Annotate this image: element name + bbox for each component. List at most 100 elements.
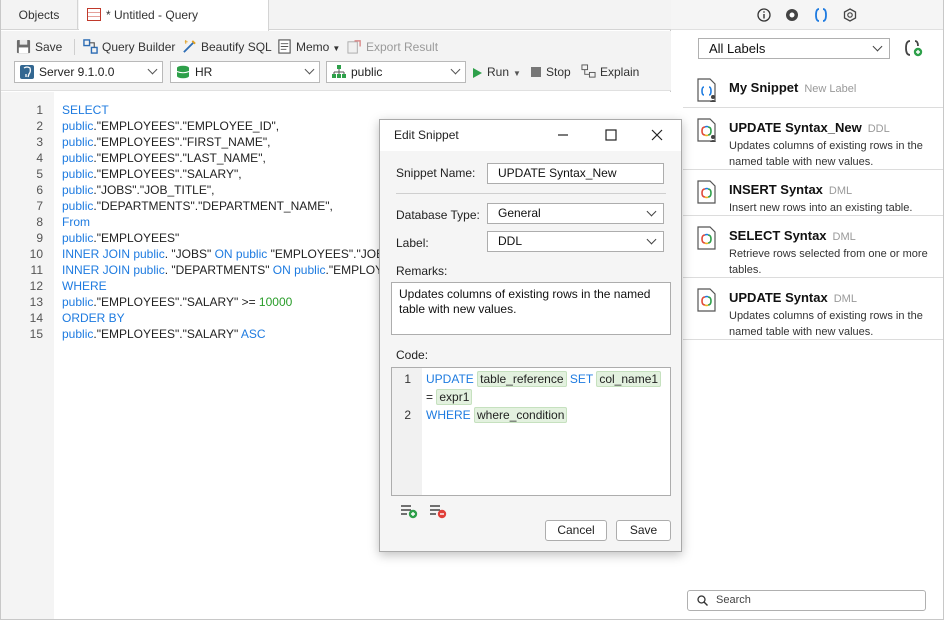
- run-dropdown-icon: ▼: [513, 69, 521, 78]
- user-snippet-file-icon: [697, 118, 716, 142]
- placeholder-expr[interactable]: expr1: [436, 389, 473, 405]
- placeholder-where-condition[interactable]: where_condition: [474, 407, 568, 423]
- play-icon: [473, 67, 482, 78]
- remove-placeholder-icon[interactable]: [428, 503, 448, 519]
- snippet-search-input[interactable]: Search: [687, 590, 926, 611]
- minimize-icon[interactable]: [556, 128, 570, 142]
- label-field-label: Label:: [396, 236, 429, 250]
- sql-line-code: public."EMPLOYEES"."SALARY" ASC: [62, 326, 266, 342]
- code-line-1-wrap: = expr1: [426, 388, 473, 406]
- save-button[interactable]: Save: [16, 37, 62, 57]
- snippet-panel: All Labels My Snippet New Label UPDATE Syn…: [671, 0, 944, 620]
- line-number: 8: [36, 215, 43, 229]
- remarks-textarea[interactable]: Updates columns of existing rows in the …: [391, 282, 671, 335]
- sql-line-code: public."EMPLOYEES"."FIRST_NAME",: [62, 134, 270, 150]
- keyword-where: WHERE: [426, 408, 471, 422]
- snippet-item[interactable]: My Snippet New Label: [683, 68, 943, 108]
- explain-button[interactable]: Explain: [581, 62, 639, 82]
- snippet-description: Insert new rows into an existing table.: [729, 202, 913, 214]
- export-result-button[interactable]: Export Result: [347, 37, 438, 57]
- sql-keyword: public: [62, 135, 94, 149]
- label-filter-value: All Labels: [709, 41, 766, 56]
- schema-select[interactable]: public: [326, 61, 466, 83]
- line-number: 14: [29, 311, 43, 325]
- line-number: 2: [36, 119, 43, 133]
- label-select[interactable]: DDL: [487, 231, 664, 252]
- sql-keyword: WHERE: [62, 279, 107, 293]
- placeholder-col-name[interactable]: col_name1: [596, 371, 662, 387]
- export-icon: [347, 40, 361, 54]
- sql-keyword: INNER JOIN public: [62, 247, 165, 261]
- database-type-value: General: [498, 206, 541, 220]
- snippet-item[interactable]: SELECT Syntax DML Retrieve rows selected f…: [683, 216, 943, 278]
- chevron-down-icon: [450, 64, 461, 75]
- add-snippet-icon[interactable]: [904, 39, 924, 57]
- preview-eye-icon[interactable]: [785, 8, 799, 22]
- sql-keyword: SELECT: [62, 103, 109, 117]
- line-number: 15: [29, 327, 43, 341]
- snippet-title: SELECT Syntax: [729, 228, 827, 243]
- chevron-down-icon: [304, 64, 315, 75]
- label-select-value: DDL: [498, 234, 523, 248]
- beautify-icon: [183, 40, 196, 54]
- sql-line-code: public."EMPLOYEES": [62, 230, 179, 246]
- server-select[interactable]: Server 9.1.0.0: [14, 61, 163, 83]
- line-number: 11: [30, 263, 43, 277]
- snippet-title: UPDATE Syntax_New: [729, 120, 862, 135]
- snippet-label: DDL: [867, 123, 890, 135]
- snippet-item[interactable]: UPDATE Syntax_New DDL Updates columns of e…: [683, 108, 943, 170]
- save-icon: [16, 40, 31, 54]
- dialog-title: Edit Snippet: [394, 128, 459, 142]
- tab-objects[interactable]: Objects: [1, 0, 78, 30]
- keyword-set: SET: [569, 372, 593, 386]
- run-button[interactable]: Run ▼: [473, 62, 521, 82]
- database-type-select[interactable]: General: [487, 203, 664, 224]
- tab-query[interactable]: * Untitled - Query: [79, 0, 269, 31]
- query-builder-button[interactable]: Query Builder: [83, 37, 175, 57]
- panel-icon-bar: [671, 0, 943, 30]
- maximize-icon[interactable]: [604, 128, 618, 142]
- sql-line-code: public."DEPARTMENTS"."DEPARTMENT_NAME",: [62, 198, 333, 214]
- label-filter-select[interactable]: All Labels: [698, 38, 890, 59]
- snippet-name: INSERT Syntax DML: [729, 182, 852, 197]
- database-select[interactable]: HR: [170, 61, 320, 83]
- remarks-label: Remarks:: [396, 264, 448, 278]
- close-icon[interactable]: [650, 128, 664, 142]
- export-label: Export Result: [366, 40, 439, 54]
- sql-keyword: public: [62, 119, 94, 133]
- add-placeholder-icon[interactable]: [399, 503, 419, 519]
- snippet-name-label: Snippet Name:: [396, 166, 476, 180]
- memo-button[interactable]: Memo ▼: [277, 37, 340, 57]
- explain-label: Explain: [600, 65, 640, 79]
- sql-keyword: ASC: [240, 327, 266, 341]
- info-icon[interactable]: [757, 8, 771, 22]
- line-number: 12: [29, 279, 43, 293]
- line-number: 2: [404, 408, 411, 422]
- snippet-description: Retrieve rows selected from one or more …: [729, 248, 928, 276]
- snippet-code-editor[interactable]: 1 UPDATE table_reference SET col_name1 =…: [391, 367, 671, 496]
- sql-keyword: INNER JOIN public: [62, 263, 165, 277]
- model-hex-icon[interactable]: [843, 8, 857, 22]
- query-builder-label: Query Builder: [102, 40, 176, 54]
- tab-bar: Objects * Untitled - Query: [1, 0, 671, 31]
- chevron-down-icon: [646, 234, 657, 245]
- dialog-title-bar: Edit Snippet: [380, 120, 681, 151]
- snippet-label: DML: [832, 231, 856, 243]
- stop-button[interactable]: Stop: [531, 62, 571, 82]
- sql-line-code: public."JOBS"."JOB_TITLE",: [62, 182, 214, 198]
- snippet-item[interactable]: UPDATE Syntax DML Updates columns of exist…: [683, 278, 943, 340]
- sql-keyword: From: [62, 215, 90, 229]
- beautify-label: Beautify SQL: [201, 40, 272, 54]
- snippet-item[interactable]: INSERT Syntax DML Insert new rows into an …: [683, 170, 943, 216]
- stop-label: Stop: [546, 65, 571, 79]
- beautify-sql-button[interactable]: Beautify SQL: [182, 37, 272, 57]
- sql-text: ."EMPLOYEES"."FIRST_NAME",: [93, 135, 271, 149]
- sql-line-code: ORDER BY: [62, 310, 125, 326]
- placeholder-table-reference[interactable]: table_reference: [477, 371, 567, 387]
- cancel-button[interactable]: Cancel: [545, 520, 607, 541]
- sql-line-code: SELECT: [62, 102, 109, 118]
- code-snippet-icon[interactable]: [814, 8, 828, 22]
- save-snippet-button[interactable]: Save: [616, 520, 671, 541]
- chevron-down-icon: [147, 64, 158, 75]
- snippet-name-input[interactable]: UPDATE Syntax_New: [487, 163, 664, 184]
